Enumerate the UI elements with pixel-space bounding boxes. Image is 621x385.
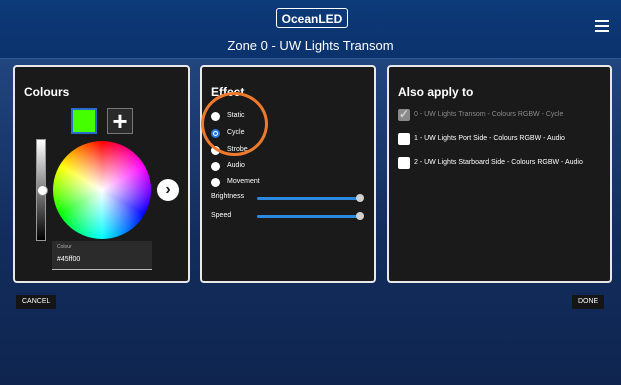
add-colour-button[interactable]: + bbox=[107, 108, 133, 134]
done-button[interactable]: DONE bbox=[572, 295, 605, 309]
radio-label: Static bbox=[227, 112, 245, 119]
checkbox[interactable] bbox=[398, 157, 410, 169]
radio-button[interactable] bbox=[211, 146, 220, 155]
radio-button[interactable] bbox=[211, 162, 220, 171]
hamburger-menu-icon[interactable] bbox=[595, 20, 609, 32]
radio-button[interactable] bbox=[211, 112, 220, 121]
app-header: OceanLED Zone 0 - UW Lights Transom bbox=[0, 0, 621, 59]
colour-field[interactable]: Colour #45ff00 bbox=[52, 241, 152, 270]
oceanled-logo: OceanLED bbox=[276, 8, 348, 28]
checkbox[interactable] bbox=[398, 133, 410, 145]
chevron-right-icon[interactable]: › bbox=[157, 179, 179, 201]
effect-title: Effect bbox=[211, 85, 245, 99]
brightness-label: Brightness bbox=[211, 193, 245, 200]
colours-title: Colours bbox=[24, 85, 70, 99]
radio-label: Movement bbox=[227, 178, 260, 185]
radio-button-selected[interactable] bbox=[211, 129, 220, 138]
speed-slider-handle[interactable] bbox=[356, 212, 364, 220]
colours-panel: Colours + › Colour #45ff00 bbox=[13, 65, 190, 283]
radio-button[interactable] bbox=[211, 178, 220, 187]
also-apply-panel: Also apply to 0 - UW Lights Transom - Co… bbox=[387, 65, 612, 283]
checkbox-disabled bbox=[398, 107, 410, 121]
also-apply-title: Also apply to bbox=[398, 85, 474, 99]
cancel-button[interactable]: CANCEL bbox=[16, 295, 57, 309]
colour-field-label: Colour bbox=[57, 244, 72, 250]
colour-field-value: #45ff00 bbox=[57, 256, 81, 263]
selected-colour-swatch[interactable] bbox=[71, 108, 97, 134]
effect-panel: Effect Static Cycle Strobe Audio Movemen… bbox=[200, 65, 376, 283]
radio-label: Cycle bbox=[227, 129, 245, 136]
speed-label: Speed bbox=[211, 212, 232, 219]
radio-label: Audio bbox=[227, 162, 245, 169]
vertical-slider-handle[interactable] bbox=[37, 185, 48, 196]
page-title: Zone 0 - UW Lights Transom bbox=[227, 38, 394, 53]
speed-slider[interactable] bbox=[257, 215, 360, 218]
apply-item-label: 0 - UW Lights Transom - Colours RGBW - C… bbox=[414, 111, 564, 118]
main-area: Colours + › Colour #45ff00 Effect Static… bbox=[0, 59, 621, 385]
apply-item-label: 1 - UW Lights Port Side - Colours RGBW -… bbox=[414, 135, 565, 142]
apply-item-label: 2 - UW Lights Starboard Side - Colours R… bbox=[414, 159, 583, 166]
brightness-slider-handle[interactable] bbox=[356, 194, 364, 202]
colour-wheel[interactable] bbox=[53, 141, 151, 239]
radio-label: Strobe bbox=[227, 146, 248, 153]
brightness-slider[interactable] bbox=[257, 197, 360, 200]
